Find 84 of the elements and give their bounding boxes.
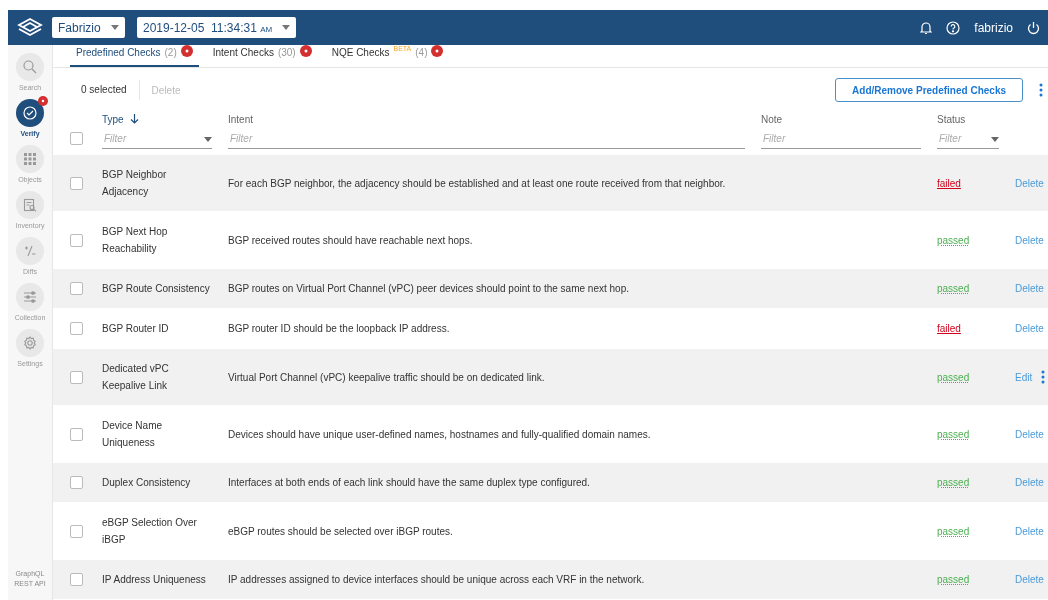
snapshot-dropdown[interactable]: 2019-12-05 11:34:31 AM [137,17,297,38]
tab[interactable]: Intent Checks (30) [206,45,318,67]
select-all-checkbox[interactable] [70,132,83,145]
tab[interactable]: Predefined Checks (2) [70,45,199,67]
column-header[interactable]: Intent [228,113,254,125]
row-checkbox[interactable] [70,176,83,190]
dropdown-caret-icon [282,25,291,30]
user-name[interactable]: fabrizio [974,20,1013,35]
dropdown-caret-icon [204,136,212,142]
selection-count: 0 selected [81,80,140,100]
status-link[interactable]: passed [937,283,970,294]
check-type: BGP Next Hop Reachability [102,225,169,256]
dropdown-caret-icon [991,136,999,142]
alert-dot-icon [38,96,48,106]
delete-link[interactable]: Delete [151,84,181,96]
gear-icon [23,336,37,350]
delete-link[interactable]: Delete [1015,425,1044,443]
check-circle-icon [22,105,38,121]
row-checkbox[interactable] [70,427,83,441]
logo-icon[interactable] [17,16,43,39]
inventory-icon [23,198,37,212]
delete-link[interactable]: Delete [1015,231,1044,249]
row-checkbox[interactable] [70,322,83,335]
check-type: eBGP Selection Over iBGP [102,516,198,547]
plus-minus-icon [23,244,37,258]
check-intent: BGP received routes should have reachable next hops. [228,233,474,248]
status-link[interactable]: passed [937,574,970,585]
delete-link[interactable]: Delete [1015,571,1044,588]
delete-link[interactable]: Delete [1015,320,1044,337]
more-options-icon[interactable] [1041,370,1046,384]
column-header[interactable]: Type [102,113,124,125]
edit-link[interactable]: Edit [1015,368,1033,386]
check-type: Dedicated vPC Keepalive Link [102,362,170,393]
status-link[interactable]: passed [937,525,970,537]
alert-dot-icon [299,45,312,57]
row-checkbox[interactable] [70,573,83,586]
status-link[interactable]: passed [937,234,970,246]
check-intent: Devices should have unique user-defined names, hostnames and fully-qualified domain names. [228,427,652,442]
check-intent: Virtual Port Channel (vPC) keepalive traffic should be on dedicated link. [228,370,546,385]
status-link[interactable]: passed [937,371,970,383]
check-intent: For each BGP neighbor, the adjacency should be established and at least one route received from that neighbor. [228,176,727,191]
alert-dot-icon [431,45,444,57]
column-header[interactable]: Note [761,113,783,125]
check-type: Duplex Consistency [102,476,192,490]
check-type: BGP Neighbor Adjacency [102,168,168,199]
sliders-icon [23,290,37,304]
status-link[interactable]: passed [937,477,970,488]
dropdown-caret-icon [111,25,119,30]
network-dropdown[interactable]: Fabrizio [52,17,125,38]
search-icon [22,59,38,75]
filter-field[interactable]: Filter [937,128,999,149]
sort-arrow-icon [129,114,139,124]
check-intent: IP addresses assigned to device interfaces should be unique across each VRF in the network. [228,573,646,587]
more-options-icon[interactable] [1039,83,1043,97]
check-intent: Interfaces at both ends of each link should have the same duplex type configured. [228,476,591,490]
alert-dot-icon [180,45,193,57]
check-type: BGP Router ID [102,322,170,336]
filter-field[interactable]: Filter [228,128,745,149]
delete-link[interactable]: Delete [1015,474,1044,491]
row-checkbox[interactable] [70,282,83,295]
power-icon[interactable] [1027,20,1040,35]
check-intent: eBGP routes should be selected over iBGP routes. [228,524,454,539]
bell-icon[interactable] [920,20,933,35]
column-header[interactable]: Status [937,113,966,125]
help-icon[interactable] [946,20,961,35]
add-remove-checks-button[interactable]: Add/Remove Predefined Checks [835,78,1023,102]
check-intent: BGP routes on Virtual Port Channel (vPC) peer devices should point to the same next hop. [228,282,630,296]
status-link[interactable]: failed [937,323,961,334]
status-link[interactable]: passed [937,428,970,440]
delete-link[interactable]: Delete [1015,280,1044,297]
check-type: IP Address Uniqueness [102,573,207,587]
check-type: BGP Route Consistency [102,282,211,296]
row-checkbox[interactable] [70,370,83,384]
delete-link[interactable]: Delete [1015,174,1044,192]
filter-field[interactable]: Filter [102,128,212,149]
status-link[interactable]: failed [937,177,961,189]
check-type: Device Name Uniqueness [102,419,164,450]
grid-icon [23,152,37,166]
check-intent: BGP router ID should be the loopback IP address. [228,322,451,336]
delete-link[interactable]: Delete [1015,522,1044,540]
row-checkbox[interactable] [70,233,83,247]
row-checkbox[interactable] [70,476,83,489]
row-checkbox[interactable] [70,524,83,538]
filter-field[interactable]: Filter [761,128,921,149]
